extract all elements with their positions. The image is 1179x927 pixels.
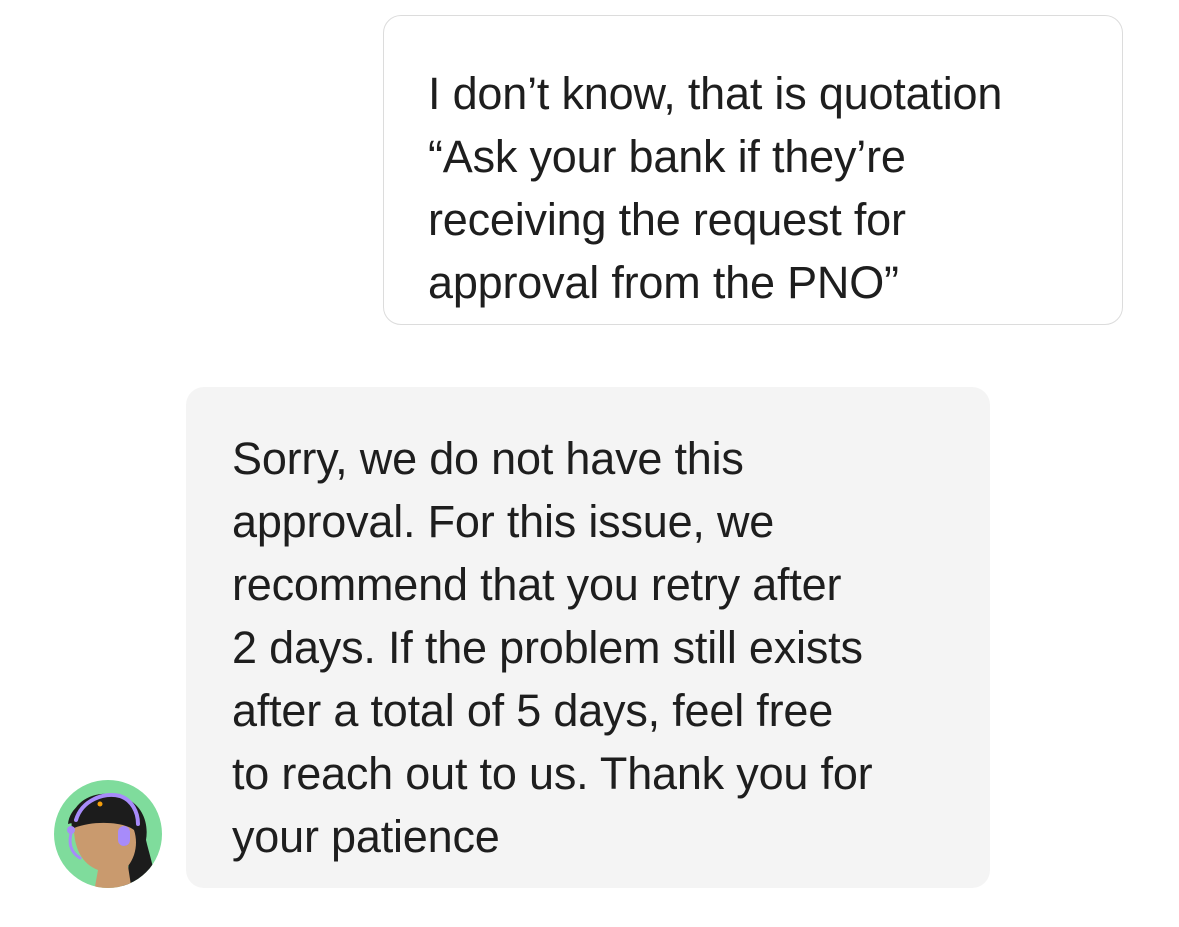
agent-message-text: Sorry, we do not have this approval. For…: [232, 433, 873, 862]
agent-message-bubble: Sorry, we do not have this approval. For…: [186, 387, 990, 888]
agent-avatar: [54, 780, 162, 888]
support-agent-avatar-icon: [54, 780, 162, 888]
user-message-bubble: I don’t know, that is quotation “Ask you…: [383, 15, 1123, 325]
user-message-text: I don’t know, that is quotation “Ask you…: [428, 68, 1003, 308]
